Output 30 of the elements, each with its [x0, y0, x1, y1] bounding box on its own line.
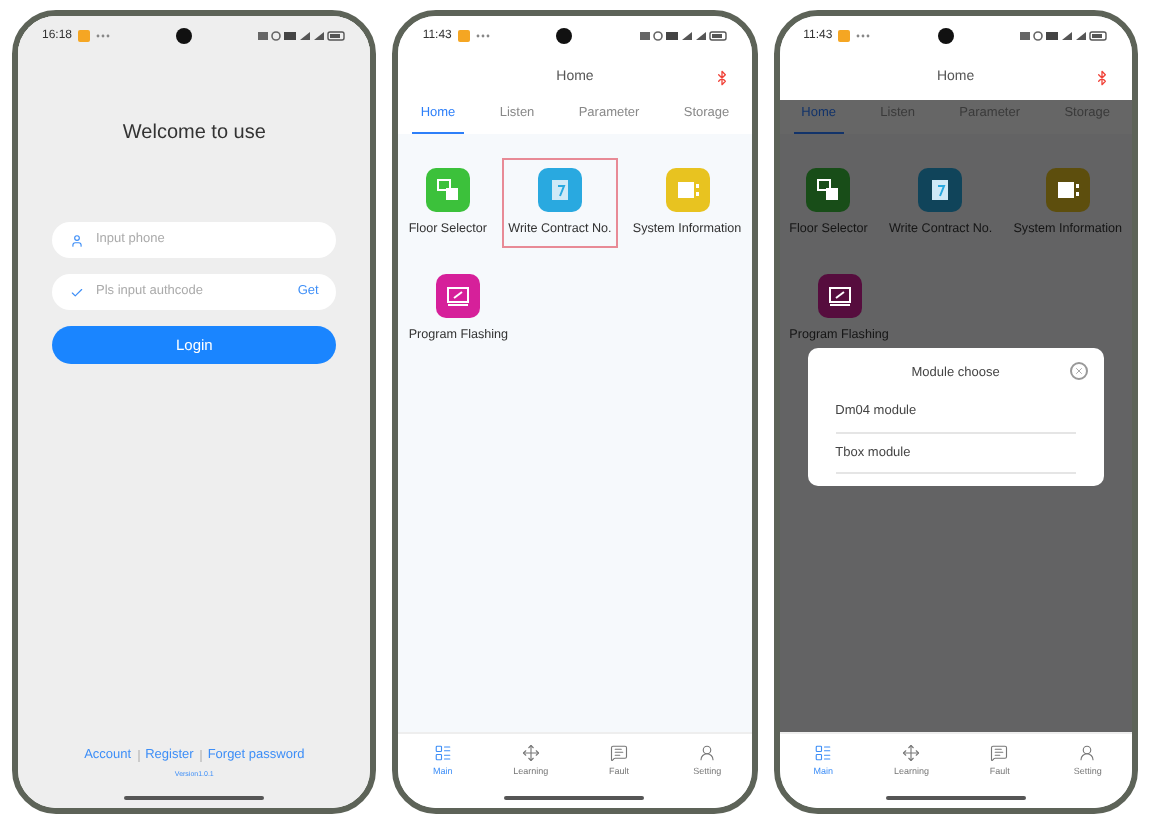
notification-icon [838, 30, 851, 42]
home-indicator [124, 796, 265, 800]
user-icon [70, 233, 84, 247]
camera-icon [556, 28, 573, 44]
cross-arrows-icon [902, 744, 921, 763]
message-icon [990, 744, 1009, 763]
status-icons [639, 30, 728, 42]
message-icon [610, 744, 629, 763]
close-button[interactable] [1069, 362, 1088, 380]
status-icons [1019, 30, 1108, 42]
document-icon [928, 177, 953, 202]
user-icon [1078, 744, 1097, 763]
bluetooth-icon[interactable] [1093, 70, 1110, 86]
notification-icon [457, 30, 470, 42]
laptop-icon [446, 284, 471, 309]
windows-icon [816, 177, 841, 202]
bluetooth-icon[interactable] [713, 70, 730, 86]
welcome-title: Welcome to use [120, 120, 268, 148]
document-icon [547, 177, 572, 202]
cross-arrows-icon [521, 744, 540, 763]
camera-icon [937, 28, 954, 44]
status-icons [258, 30, 347, 42]
windows-icon [435, 177, 460, 202]
check-icon [70, 285, 84, 299]
laptop-icon [827, 284, 851, 309]
notification-icon [78, 30, 91, 42]
home-indicator [885, 796, 1026, 800]
user-icon [698, 744, 717, 763]
home-indicator [504, 796, 645, 800]
camera-icon [176, 28, 193, 44]
